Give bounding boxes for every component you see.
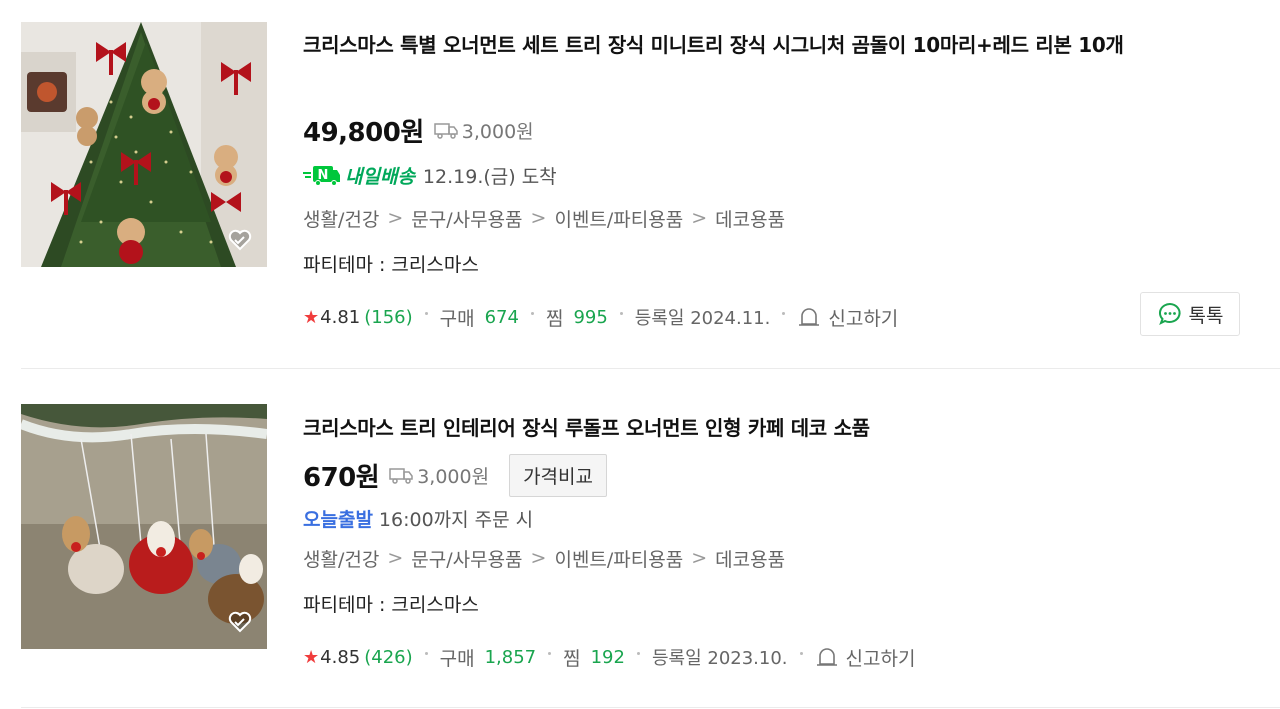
delivery-info: 오늘출발 16:00까지 주문 시: [303, 503, 533, 533]
registered-date: 등록일 2023.10.: [651, 648, 788, 669]
category-link[interactable]: 데코용품: [715, 545, 785, 572]
product-meta: ★ 4.81 (156) 구매 674 찜 995 등록일 2024.11. 신…: [303, 302, 898, 332]
meta-divider: [619, 311, 623, 315]
heart-check-icon[interactable]: [227, 227, 253, 253]
product-thumbnail[interactable]: [21, 22, 267, 267]
truck-icon: [434, 123, 458, 139]
product-item: 크리스마스 트리 인테리어 장식 루돌프 오너먼트 인형 카페 데코 소품 67…: [0, 369, 1280, 707]
purchase-count: 674: [484, 306, 519, 328]
purchase-label: 구매: [439, 307, 475, 330]
product-item: 크리스마스 특별 오너먼트 세트 트리 장식 미니트리 장식 시그니처 곰돌이 …: [0, 0, 1280, 368]
chevron-right-icon: >: [387, 207, 404, 229]
product-thumbnail[interactable]: [21, 404, 267, 649]
registered-date: 등록일 2024.11.: [634, 308, 771, 329]
meta-divider: [548, 651, 552, 655]
meta-divider: [424, 311, 428, 315]
tomorrow-delivery-badge: 내일배송: [345, 165, 415, 188]
item-divider: [21, 707, 1280, 708]
purchase-label: 구매: [439, 647, 475, 670]
dispatch-deadline: 16:00까지 주문 시: [378, 508, 534, 531]
chevron-right-icon: >: [691, 547, 708, 569]
chat-bubble-icon: [1158, 302, 1181, 326]
product-title[interactable]: 크리스마스 트리 인테리어 장식 루돌프 오너먼트 인형 카페 데코 소품: [303, 410, 1243, 446]
talktalk-button[interactable]: 톡톡: [1140, 292, 1240, 336]
zzim-label: 찜: [563, 647, 581, 670]
product-theme: 파티테마 : 크리스마스: [303, 254, 479, 276]
category-link[interactable]: 이벤트/파티용품: [554, 545, 683, 572]
zzim-label: 찜: [545, 307, 564, 330]
meta-divider: [782, 311, 786, 315]
talktalk-label: 톡톡: [1188, 304, 1224, 327]
category-link[interactable]: 생활/건강: [303, 545, 379, 572]
meta-divider: [424, 651, 428, 655]
category-link[interactable]: 생활/건강: [303, 205, 379, 232]
delivery-arrival: 12.19.(금) 도착: [422, 165, 557, 188]
chevron-right-icon: >: [530, 547, 547, 569]
meta-divider: [636, 651, 640, 655]
report-button[interactable]: 신고하기: [815, 644, 916, 671]
report-label: 신고하기: [828, 307, 899, 330]
meta-divider: [530, 311, 534, 315]
chevron-right-icon: >: [530, 207, 547, 229]
product-theme: 파티테마 : 크리스마스: [303, 594, 479, 616]
category-link[interactable]: 문구/사무용품: [411, 545, 522, 572]
breadcrumb: 생활/건강 > 문구/사무용품 > 이벤트/파티용품 > 데코용품: [303, 203, 785, 233]
category-link[interactable]: 데코용품: [715, 205, 785, 232]
today-dispatch-badge: 오늘출발: [303, 508, 373, 531]
zzim-count: 995: [573, 306, 608, 328]
chevron-right-icon: >: [387, 547, 404, 569]
category-link[interactable]: 이벤트/파티용품: [554, 205, 683, 232]
delivery-info: N 내일배송 12.19.(금) 도착: [303, 160, 557, 190]
bell-icon: [816, 648, 837, 666]
product-price: 49,800원: [303, 117, 424, 148]
truck-icon: [389, 468, 413, 484]
heart-check-icon[interactable]: [227, 609, 253, 635]
review-count[interactable]: (156): [364, 307, 412, 328]
shipping-fee: 3,000원: [461, 120, 534, 143]
review-count[interactable]: (426): [364, 647, 412, 668]
zzim-count: 192: [590, 646, 625, 668]
rating-value: 4.85: [320, 646, 361, 668]
product-price: 670원: [303, 462, 380, 493]
product-title[interactable]: 크리스마스 특별 오너먼트 세트 트리 장식 미니트리 장식 시그니처 곰돌이 …: [303, 27, 1243, 63]
report-button[interactable]: 신고하기: [797, 304, 898, 331]
price-row: 670원 3,000원 가격비교: [303, 453, 607, 497]
star-icon: ★: [303, 646, 320, 668]
rating-value: 4.81: [320, 306, 361, 328]
naver-n-truck-icon: N: [303, 166, 340, 186]
breadcrumb: 생활/건강 > 문구/사무용품 > 이벤트/파티용품 > 데코용품: [303, 543, 785, 573]
report-label: 신고하기: [845, 647, 916, 670]
star-icon: ★: [303, 306, 320, 328]
category-link[interactable]: 문구/사무용품: [411, 205, 522, 232]
chevron-right-icon: >: [691, 207, 708, 229]
purchase-count: 1,857: [484, 646, 537, 668]
price-compare-button[interactable]: 가격비교: [509, 453, 607, 497]
product-meta: ★ 4.85 (426) 구매 1,857 찜 192 등록일 2023.10.…: [303, 642, 915, 672]
price-row: 49,800원 3,000원: [303, 110, 534, 150]
bell-icon: [799, 308, 820, 326]
meta-divider: [799, 651, 803, 655]
shipping-fee: 3,000원: [417, 465, 490, 488]
